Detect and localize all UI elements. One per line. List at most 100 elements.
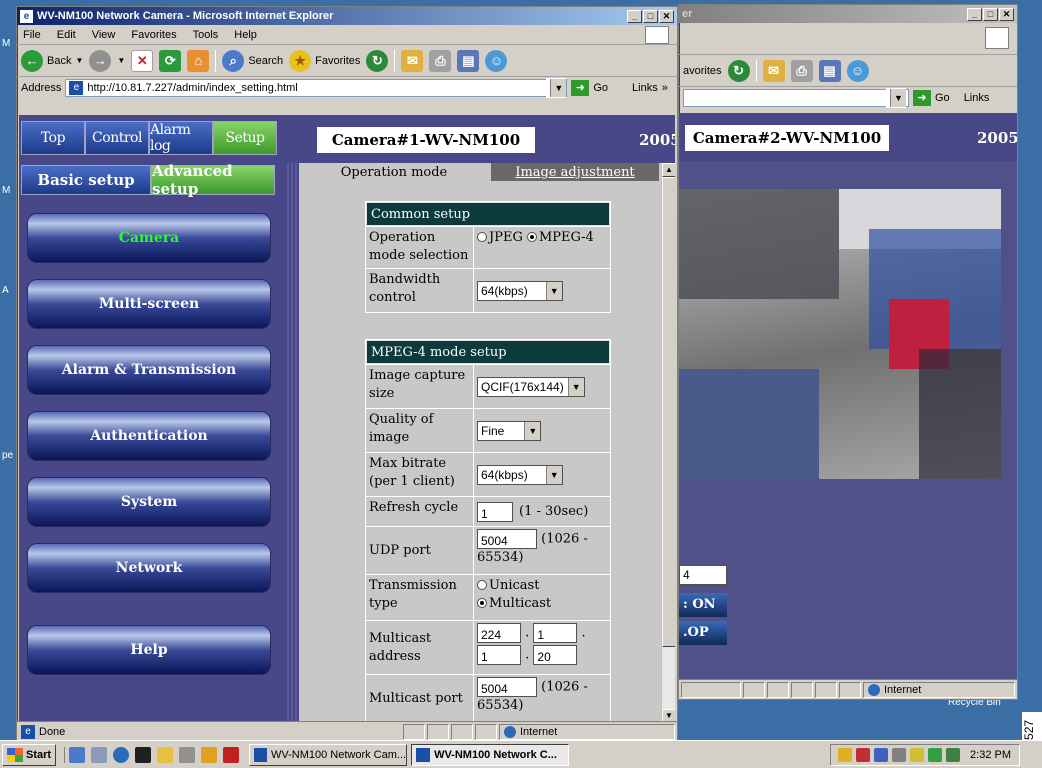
address-dropdown-icon[interactable]: ▼ [550,79,567,97]
minimize-button[interactable]: _ [627,9,642,23]
title-bar[interactable]: e WV-NM100 Network Camera - Microsoft In… [17,7,677,25]
browser-window-2[interactable]: er _ □ ✕ avorites ↻ ✉ ⎙ ▤ ☺ ▼ ➜ Go Links … [678,4,1018,700]
multicast-octet-4[interactable]: 20 [533,645,578,665]
nav-tab-top[interactable]: Top [21,121,85,155]
unicast-radio[interactable]: Unicast [477,577,607,595]
on-button[interactable]: : ON [679,593,727,617]
nav-tab-alarm-log[interactable]: Alarm log [149,121,213,155]
address-input[interactable]: ▼ [683,88,909,108]
lock-icon[interactable] [201,746,218,763]
address-input[interactable]: e http://10.81.7.227/admin/index_setting… [65,78,568,98]
network-icon[interactable] [856,747,871,762]
mail-icon[interactable]: ✉ [401,49,424,72]
outlook-icon[interactable] [69,746,86,763]
multicast-octet-2[interactable]: 1 [533,623,578,643]
ie-icon[interactable] [113,746,130,763]
task-button-1[interactable]: WV-NM100 Network Cam... [249,743,408,766]
menu-help[interactable]: Help [234,29,257,41]
menu-file[interactable]: File [23,29,41,41]
menu-tools[interactable]: Tools [193,29,219,41]
messenger-icon[interactable]: ☺ [846,59,869,82]
value-field[interactable]: 4 [679,565,727,585]
shield-icon[interactable] [838,747,853,762]
multicast-radio[interactable]: Multicast [477,595,607,613]
mail-icon[interactable]: ✉ [762,59,785,82]
go-button[interactable]: ➜ Go [913,90,950,106]
notepad-icon[interactable] [91,746,108,763]
chevron-right-icon[interactable]: » [662,82,668,94]
capture-size-select[interactable]: QCIF(176x144) ▼ [477,376,585,397]
scroll-thumb[interactable] [662,177,675,647]
tab-operation-mode[interactable]: Operation mode [299,163,489,181]
start-button[interactable]: Start [2,743,57,766]
battery-icon[interactable] [928,747,943,762]
calculator-icon[interactable] [179,746,196,763]
desktop-icon-label[interactable]: A [2,285,9,296]
multicast-octet-3[interactable]: 1 [477,645,521,665]
refresh-cycle-input[interactable]: 1 [477,501,513,522]
mpeg4-radio[interactable]: MPEG-4 [526,230,594,245]
links-label[interactable]: Links [632,82,658,94]
address-dropdown-icon[interactable]: ▼ [890,89,906,107]
jpeg-radio[interactable]: JPEG [477,230,523,245]
quality-select[interactable]: Fine ▼ [477,420,542,441]
folder-icon[interactable] [157,746,174,763]
nav-tab-control[interactable]: Control [85,121,149,155]
links-label[interactable]: Links [964,92,990,104]
desktop-icon-label[interactable]: M [2,185,10,196]
history-icon[interactable]: ↻ [366,49,389,72]
menu-system[interactable]: System [27,477,271,527]
edit-icon[interactable]: ▤ [457,49,480,72]
phone-icon[interactable] [892,747,907,762]
tab-basic-setup[interactable]: Basic setup [21,165,151,195]
scroll-up-icon[interactable]: ▲ [662,163,675,177]
maximize-button[interactable]: □ [983,7,998,21]
back-button[interactable]: ← Back ▼ [21,49,83,72]
menu-authentication[interactable]: Authentication [27,411,271,461]
menu-view[interactable]: View [92,29,116,41]
menu-favorites[interactable]: Favorites [131,29,176,41]
tab-advanced-setup[interactable]: Advanced setup [151,162,275,198]
refresh-icon[interactable]: ⟳ [159,49,182,72]
network-icon[interactable] [874,747,889,762]
print-icon[interactable]: ⎙ [790,59,813,82]
pen-icon[interactable] [910,747,925,762]
clock[interactable]: 2:32 PM [970,749,1011,761]
menu-network[interactable]: Network [27,543,271,593]
tab-image-adjustment[interactable]: Image adjustment [491,163,659,181]
messenger-icon[interactable]: ☺ [485,49,508,72]
multicast-port-input[interactable]: 5004 [477,677,537,697]
max-bitrate-select[interactable]: 64(kbps) ▼ [477,464,563,485]
menu-edit[interactable]: Edit [57,29,76,41]
desktop-icon-label[interactable]: pe [2,450,13,461]
close-button[interactable]: ✕ [999,7,1014,21]
maximize-button[interactable]: □ [643,9,658,23]
favorites-button[interactable]: avorites [683,65,722,77]
edit-icon[interactable]: ▤ [818,59,841,82]
task-button-2[interactable]: WV-NM100 Network C... [411,743,570,766]
menu-camera[interactable]: Camera [27,213,271,263]
volume-icon[interactable] [946,747,961,762]
vertical-scrollbar[interactable]: ▲ ▼ [661,163,675,723]
history-icon[interactable]: ↻ [727,59,750,82]
desktop-icon-label[interactable]: M [2,38,10,49]
forward-arrow-icon[interactable]: → [89,49,112,72]
multicast-octet-1[interactable]: 224 [477,623,521,643]
go-button[interactable]: ➜ Go [571,80,608,96]
menu-help[interactable]: Help [27,625,271,675]
menu-alarm-transmission[interactable]: Alarm & Transmission [27,345,271,395]
command-prompt-icon[interactable] [135,746,152,763]
minimize-button[interactable]: _ [967,7,982,21]
bandwidth-select[interactable]: 64(kbps) ▼ [477,280,563,301]
stop-icon[interactable]: ✕ [131,49,154,72]
close-button[interactable]: ✕ [659,9,674,23]
search-button[interactable]: ⌕ Search [222,49,283,72]
browser-window-1[interactable]: e WV-NM100 Network Camera - Microsoft In… [16,6,678,742]
home-icon[interactable]: ⌂ [187,49,210,72]
app-s-icon[interactable] [223,746,240,763]
menu-multi-screen[interactable]: Multi-screen [27,279,271,329]
udp-port-input[interactable]: 5004 [477,529,537,549]
nav-tab-setup[interactable]: Setup [213,121,277,155]
print-icon[interactable]: ⎙ [429,49,452,72]
stop-button[interactable]: .OP [679,621,727,645]
